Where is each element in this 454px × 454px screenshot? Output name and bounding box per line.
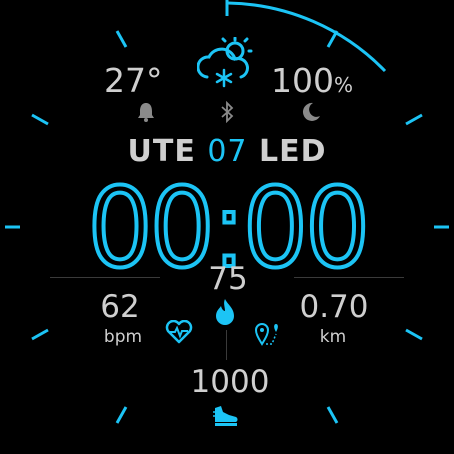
date: UTE 07 LED: [128, 137, 327, 167]
divider-left: [50, 277, 160, 278]
weekday-label: UTE: [127, 134, 196, 169]
tick-7: [115, 406, 128, 424]
alarm-bell-icon: [138, 103, 154, 122]
heart-icon: [165, 320, 193, 344]
route-pin-icon: [254, 323, 278, 346]
temperature-value: 27°: [104, 61, 163, 100]
humidity-unit: %: [334, 73, 354, 97]
tick-2: [405, 113, 423, 126]
distance-value[interactable]: 0.70: [299, 292, 368, 323]
divider-right: [294, 277, 404, 278]
tick-4: [405, 328, 423, 341]
heart-rate-unit: bpm: [103, 327, 143, 347]
watch-face: 27° 100% UTE 07 LED 00:00 75 62 bpm 0.70…: [0, 0, 454, 454]
calories-value[interactable]: 75: [208, 264, 247, 295]
snow-cloud-sun-icon: [197, 37, 253, 88]
flame-icon: [216, 299, 234, 325]
distance-unit: km: [319, 327, 347, 347]
humidity-value: 100: [271, 61, 334, 100]
tick-11: [115, 30, 128, 48]
bluetooth-icon: [221, 101, 234, 123]
moon-icon: [302, 102, 320, 121]
tick-5: [326, 406, 339, 424]
tick-8: [31, 328, 49, 341]
heart-rate-value[interactable]: 62: [100, 292, 139, 323]
steps-value[interactable]: 1000: [191, 367, 270, 398]
tick-10: [31, 113, 49, 126]
shoe-icon: [213, 406, 238, 426]
day-number: 07: [207, 134, 248, 169]
divider-vertical: [226, 330, 227, 360]
month-label: LED: [258, 134, 327, 169]
humidity: 100%: [271, 64, 353, 97]
